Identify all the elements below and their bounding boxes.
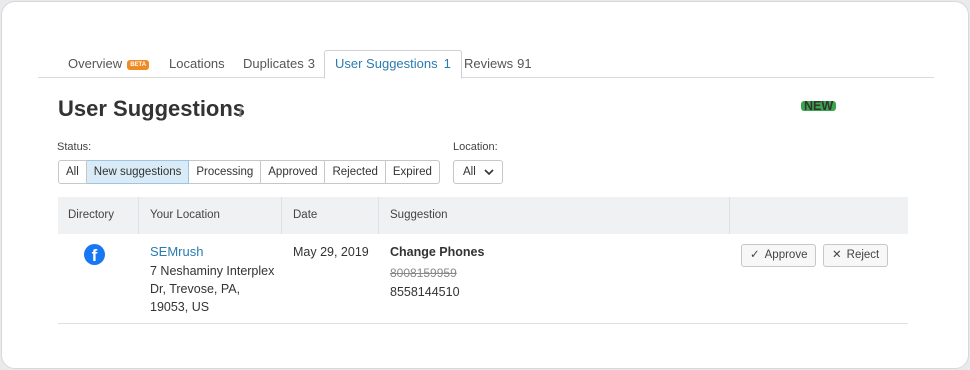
new-badge: new xyxy=(801,100,837,112)
chevron-down-icon xyxy=(484,161,494,192)
header-directory: Directory xyxy=(68,209,115,221)
close-icon: ✕ xyxy=(832,249,842,261)
tab-label: Overview xyxy=(68,56,123,71)
facebook-icon: f xyxy=(84,244,105,265)
status-expired-button[interactable]: Expired xyxy=(385,160,440,184)
location-name-link[interactable]: SEMrush xyxy=(150,244,203,259)
old-phone-value: 8008159959 xyxy=(390,266,457,280)
header-date: Date xyxy=(293,209,318,221)
status-new-suggestions-button[interactable]: New suggestions xyxy=(86,160,190,184)
new-phone-value: 8558144510 xyxy=(390,285,460,299)
reject-button[interactable]: ✕ Reject xyxy=(823,244,889,267)
tab-duplicates[interactable]: Duplicates 3 xyxy=(243,50,315,78)
panel-card: Overview beta Locations Duplicates 3 User … xyxy=(1,1,969,369)
approve-button[interactable]: ✓ Approve xyxy=(741,244,817,267)
location-label: Location: xyxy=(453,141,498,153)
header-suggestion: Suggestion xyxy=(390,209,448,221)
status-processing-button[interactable]: Processing xyxy=(189,160,262,184)
status-all-button[interactable]: All xyxy=(58,160,87,184)
tab-count: 3 xyxy=(307,56,315,71)
table-row: f SEMrush 7 Neshaminy Interplex Dr, Trev… xyxy=(58,234,908,324)
tab-count: 91 xyxy=(517,56,532,71)
tab-label: Reviews xyxy=(464,56,514,71)
info-icon[interactable]: i xyxy=(238,102,243,121)
status-approved-button[interactable]: Approved xyxy=(261,160,326,184)
column-divider xyxy=(378,197,379,234)
status-label: Status: xyxy=(57,141,92,153)
beta-badge: beta xyxy=(127,60,150,70)
header-your-location: Your Location xyxy=(150,209,220,221)
approve-label: Approve xyxy=(764,249,808,261)
reject-label: Reject xyxy=(846,249,880,261)
suggestion-date: May 29, 2019 xyxy=(293,245,369,259)
tab-label: User Suggestions xyxy=(335,56,438,71)
status-rejected-button[interactable]: Rejected xyxy=(325,160,386,184)
tab-count: 1 xyxy=(443,56,451,71)
tab-user-suggestions[interactable]: User Suggestions 1 xyxy=(324,50,462,79)
tab-locations[interactable]: Locations xyxy=(169,50,225,78)
column-divider xyxy=(138,197,139,234)
location-select-value: All xyxy=(463,166,476,178)
status-filter: All New suggestions Processing Approved … xyxy=(58,160,440,184)
column-divider xyxy=(729,197,730,234)
location-select[interactable]: All xyxy=(453,160,503,184)
tab-overview[interactable]: Overview beta xyxy=(68,50,150,78)
table-header: Directory Your Location Date Suggestion xyxy=(58,197,908,234)
column-divider xyxy=(281,197,282,234)
tab-reviews[interactable]: Reviews 91 new xyxy=(464,50,837,112)
location-address: 7 Neshaminy Interplex Dr, Trevose, PA, 1… xyxy=(150,264,275,314)
page-title: User Suggestions xyxy=(58,96,246,121)
tab-label: Duplicates xyxy=(243,56,304,71)
tab-bar: Overview beta Locations Duplicates 3 User … xyxy=(38,50,934,112)
check-icon: ✓ xyxy=(750,249,760,261)
tab-label: Locations xyxy=(169,56,225,71)
suggestion-title: Change Phones xyxy=(390,245,485,259)
